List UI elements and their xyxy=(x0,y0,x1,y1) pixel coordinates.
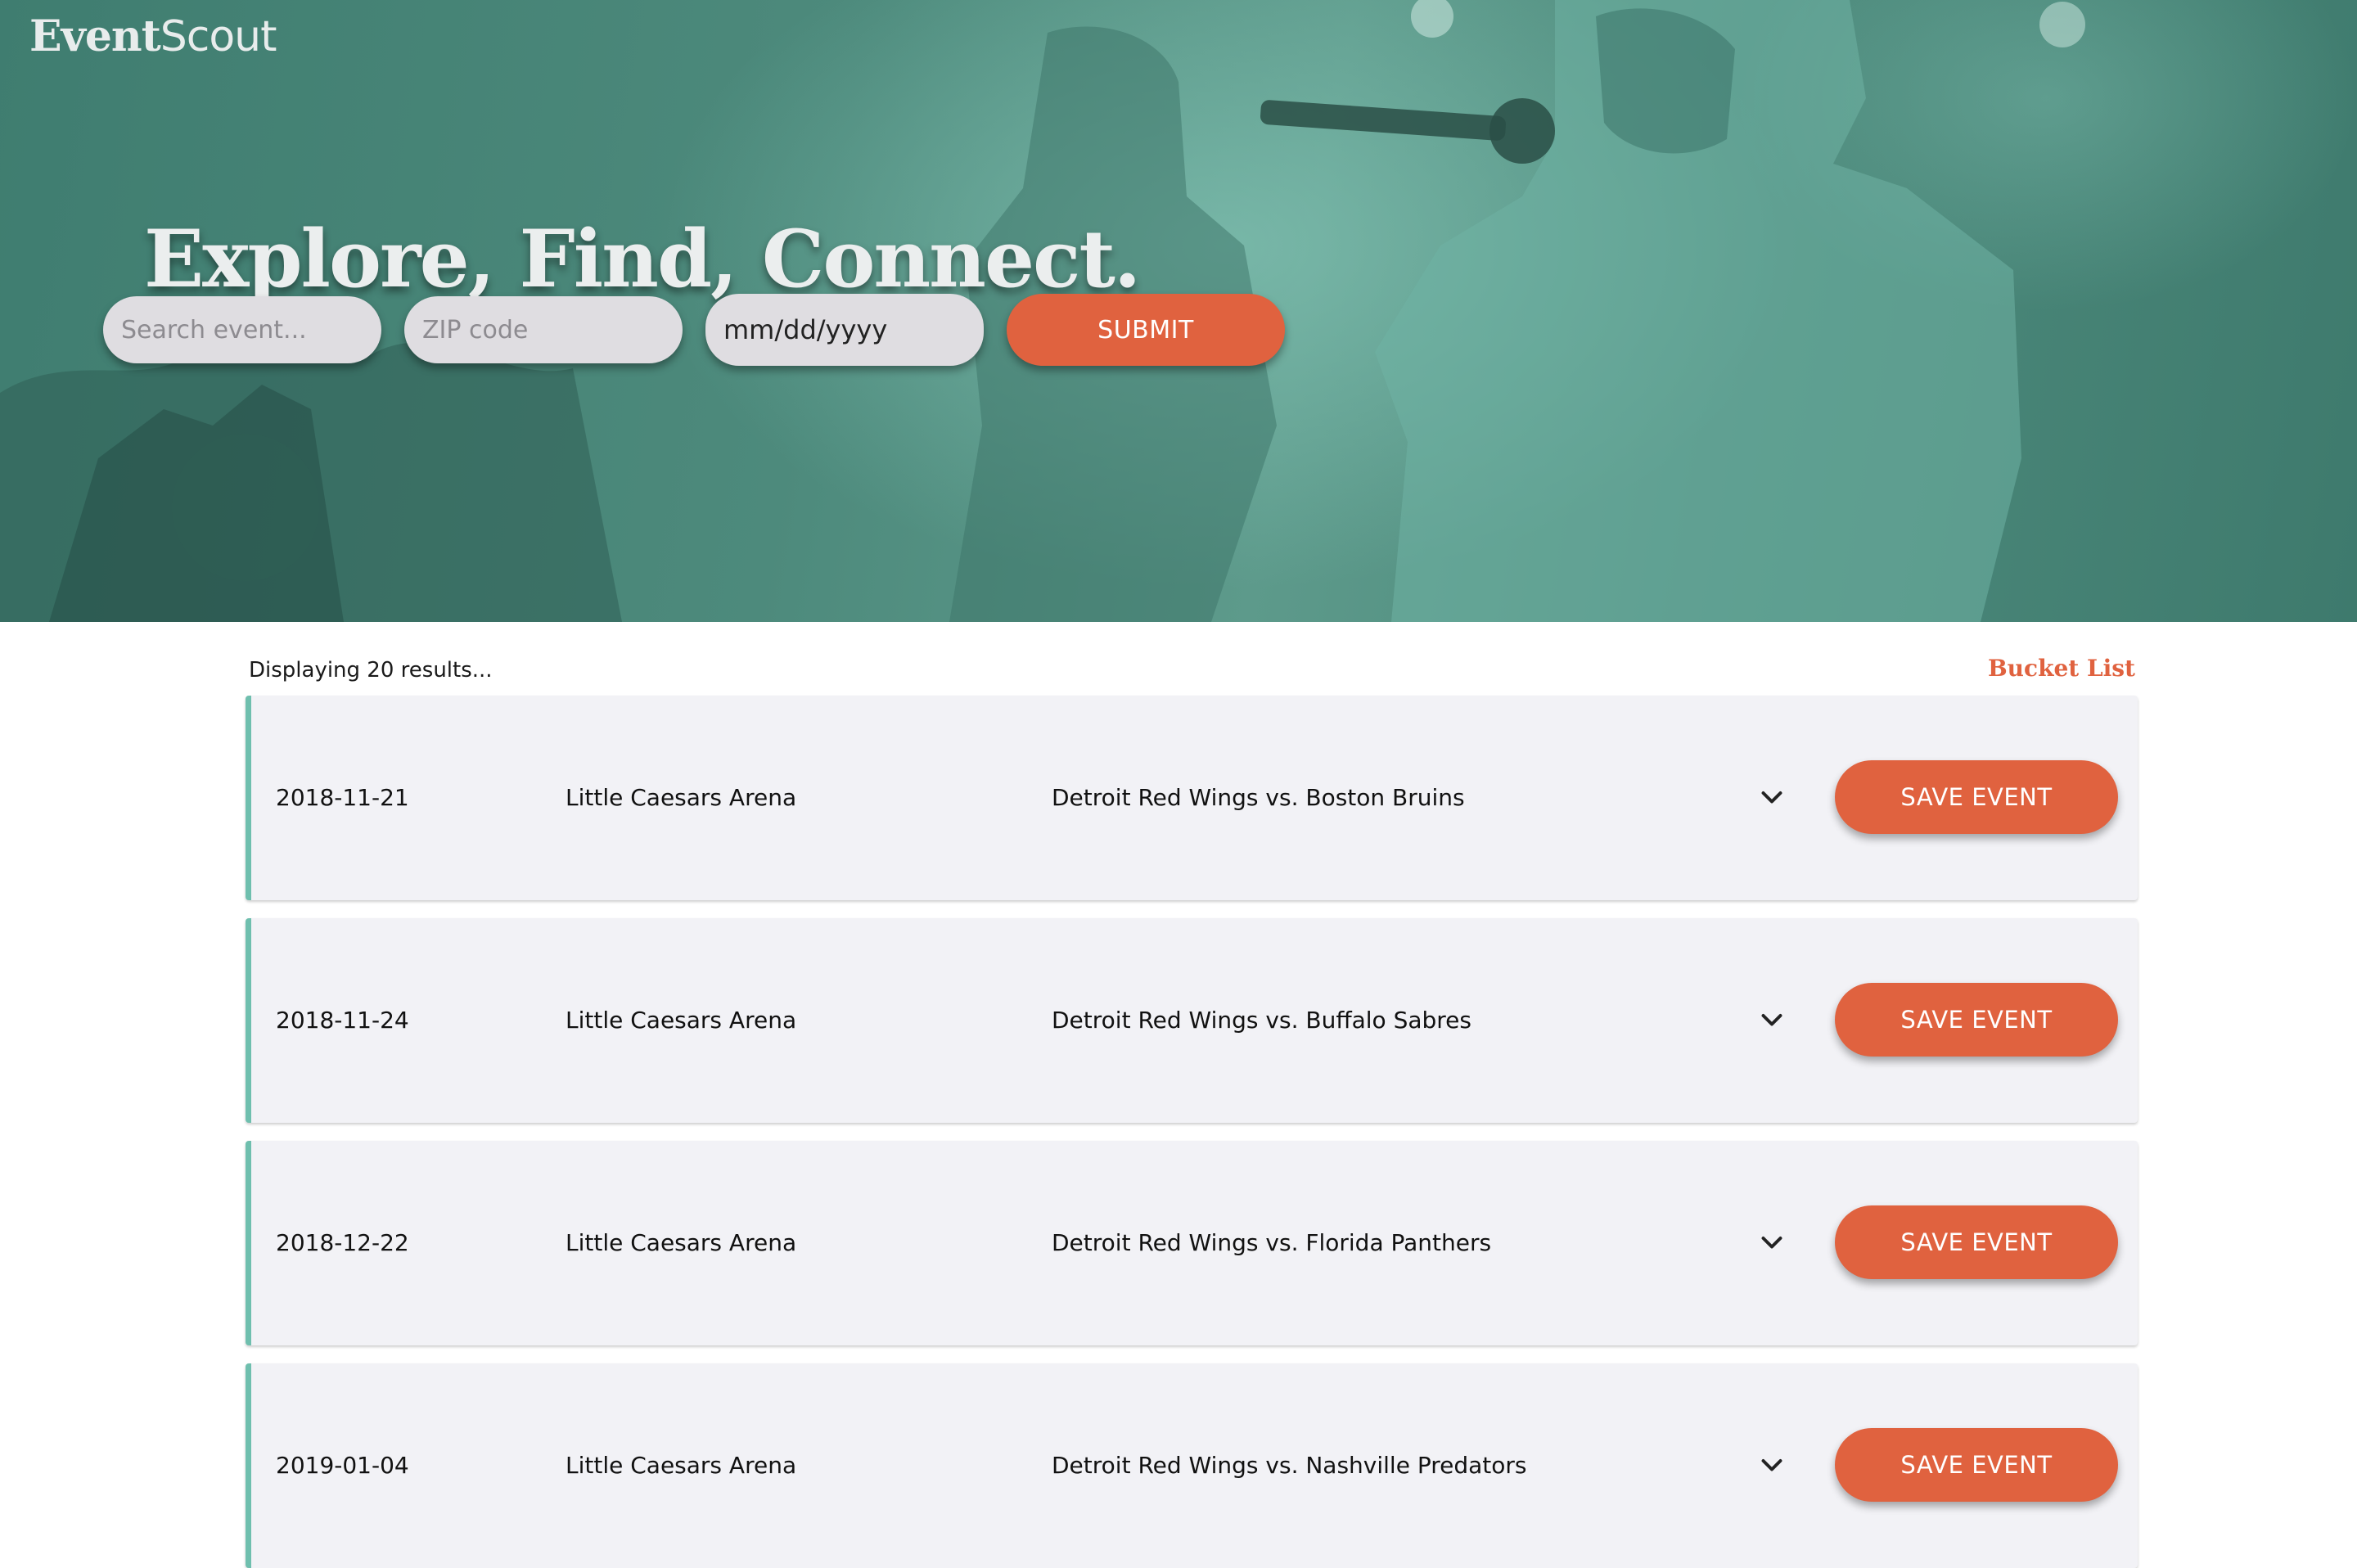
chevron-down-icon[interactable] xyxy=(1757,783,1787,813)
brand-logo-event: Event xyxy=(29,11,161,61)
event-venue: Little Caesars Arena xyxy=(566,784,797,811)
event-venue: Little Caesars Arena xyxy=(566,1007,797,1034)
results-count: Displaying 20 results... xyxy=(249,658,493,683)
chevron-down-icon[interactable] xyxy=(1757,1451,1787,1480)
search-event-input[interactable] xyxy=(103,296,381,363)
event-date: 2018-12-22 xyxy=(276,1229,409,1256)
event-date: 2019-01-04 xyxy=(276,1452,409,1479)
event-title: Detroit Red Wings vs. Nashville Predator… xyxy=(1052,1452,1527,1479)
submit-button[interactable]: SUBMIT xyxy=(1007,294,1285,366)
zip-code-input[interactable] xyxy=(404,296,683,363)
event-date: 2018-11-21 xyxy=(276,784,409,811)
event-title: Detroit Red Wings vs. Boston Bruins xyxy=(1052,784,1465,811)
chevron-down-icon[interactable] xyxy=(1757,1228,1787,1258)
save-event-button[interactable]: SAVE EVENT xyxy=(1835,983,2118,1057)
event-card: 2018-11-21 Little Caesars Arena Detroit … xyxy=(246,696,2138,900)
chevron-down-icon[interactable] xyxy=(1757,1006,1787,1035)
bucket-list-link[interactable]: Bucket List xyxy=(1988,655,2135,682)
event-date: 2018-11-24 xyxy=(276,1007,409,1034)
event-card: 2019-01-04 Little Caesars Arena Detroit … xyxy=(246,1363,2138,1568)
event-title: Detroit Red Wings vs. Florida Panthers xyxy=(1052,1229,1492,1256)
event-card: 2018-11-24 Little Caesars Arena Detroit … xyxy=(246,918,2138,1123)
hero-tagline: Explore, Find, Connect. xyxy=(144,213,1141,306)
event-venue: Little Caesars Arena xyxy=(566,1229,797,1256)
event-title: Detroit Red Wings vs. Buffalo Sabres xyxy=(1052,1007,1471,1034)
save-event-button[interactable]: SAVE EVENT xyxy=(1835,1428,2118,1502)
brand-logo[interactable]: EventScout xyxy=(29,11,277,61)
brand-logo-scout: Scout xyxy=(160,12,277,61)
save-event-button[interactable]: SAVE EVENT xyxy=(1835,1205,2118,1279)
event-card: 2018-12-22 Little Caesars Arena Detroit … xyxy=(246,1141,2138,1345)
hero-banner: EventScout Explore, Find, Connect. mm/dd… xyxy=(0,0,2357,622)
event-venue: Little Caesars Arena xyxy=(566,1452,797,1479)
save-event-button[interactable]: SAVE EVENT xyxy=(1835,760,2118,834)
date-input[interactable]: mm/dd/yyyy xyxy=(705,294,984,366)
